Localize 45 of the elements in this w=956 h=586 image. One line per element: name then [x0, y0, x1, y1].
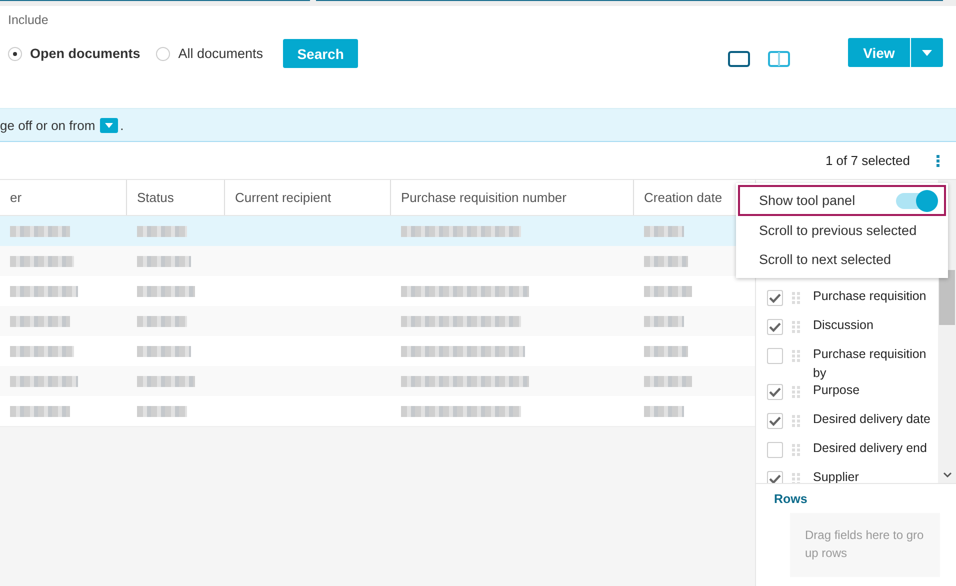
column-header[interactable]: er: [0, 180, 127, 215]
include-label: Include: [8, 13, 50, 27]
table-row[interactable]: [0, 366, 755, 396]
scroll-thumb[interactable]: [939, 270, 955, 325]
info-text: ge off or on from: [0, 118, 96, 132]
column-header[interactable]: Current recipient: [225, 180, 391, 215]
drag-handle-icon[interactable]: [792, 292, 800, 304]
menu-item[interactable]: Show tool panel: [738, 185, 946, 216]
column-name: Desired delivery end: [813, 440, 928, 457]
rows-heading: Rows: [774, 492, 808, 506]
radio-option[interactable]: All documents: [156, 46, 264, 61]
checkbox[interactable]: [767, 413, 783, 429]
more-options-icon[interactable]: [936, 154, 940, 166]
split-pane-icon[interactable]: [768, 51, 790, 67]
drag-handle-icon[interactable]: [792, 321, 800, 333]
table-row[interactable]: [0, 306, 755, 336]
column-name: Desired delivery date: [813, 411, 932, 428]
column-header[interactable]: Status: [127, 180, 225, 215]
checkbox[interactable]: [767, 319, 783, 335]
drag-handle-icon[interactable]: [792, 350, 800, 362]
selection-count: 1 of 7 selected: [825, 153, 910, 168]
checkbox[interactable]: [767, 442, 783, 458]
menu-item[interactable]: Scroll to previous selected: [738, 216, 946, 245]
checkbox[interactable]: [767, 384, 783, 400]
checkbox[interactable]: [767, 471, 783, 483]
single-pane-icon[interactable]: [728, 51, 750, 67]
menu-item[interactable]: Scroll to next selected: [738, 245, 946, 274]
drag-handle-icon[interactable]: [792, 386, 800, 398]
radio-option[interactable]: Open documents: [8, 46, 140, 61]
drag-handle-icon[interactable]: [792, 473, 800, 483]
drag-handle-icon[interactable]: [792, 444, 800, 456]
checkbox[interactable]: [767, 290, 783, 306]
dropdown-icon: [100, 118, 118, 132]
column-header[interactable]: Purchase requisition number: [391, 180, 634, 215]
drag-handle-icon[interactable]: [792, 415, 800, 427]
column-name: Purchase requisition by: [813, 346, 928, 382]
column-name: Purpose: [813, 382, 861, 399]
toggle-switch[interactable]: [896, 192, 936, 208]
column-name: Discussion: [813, 317, 874, 334]
info-text-end: .: [120, 118, 124, 132]
view-menu-button[interactable]: [911, 38, 943, 67]
column-name: Purchase requisition: [813, 288, 928, 305]
caret-icon: [922, 50, 932, 56]
scroll-down-icon[interactable]: [943, 472, 952, 478]
checkbox[interactable]: [767, 348, 783, 364]
